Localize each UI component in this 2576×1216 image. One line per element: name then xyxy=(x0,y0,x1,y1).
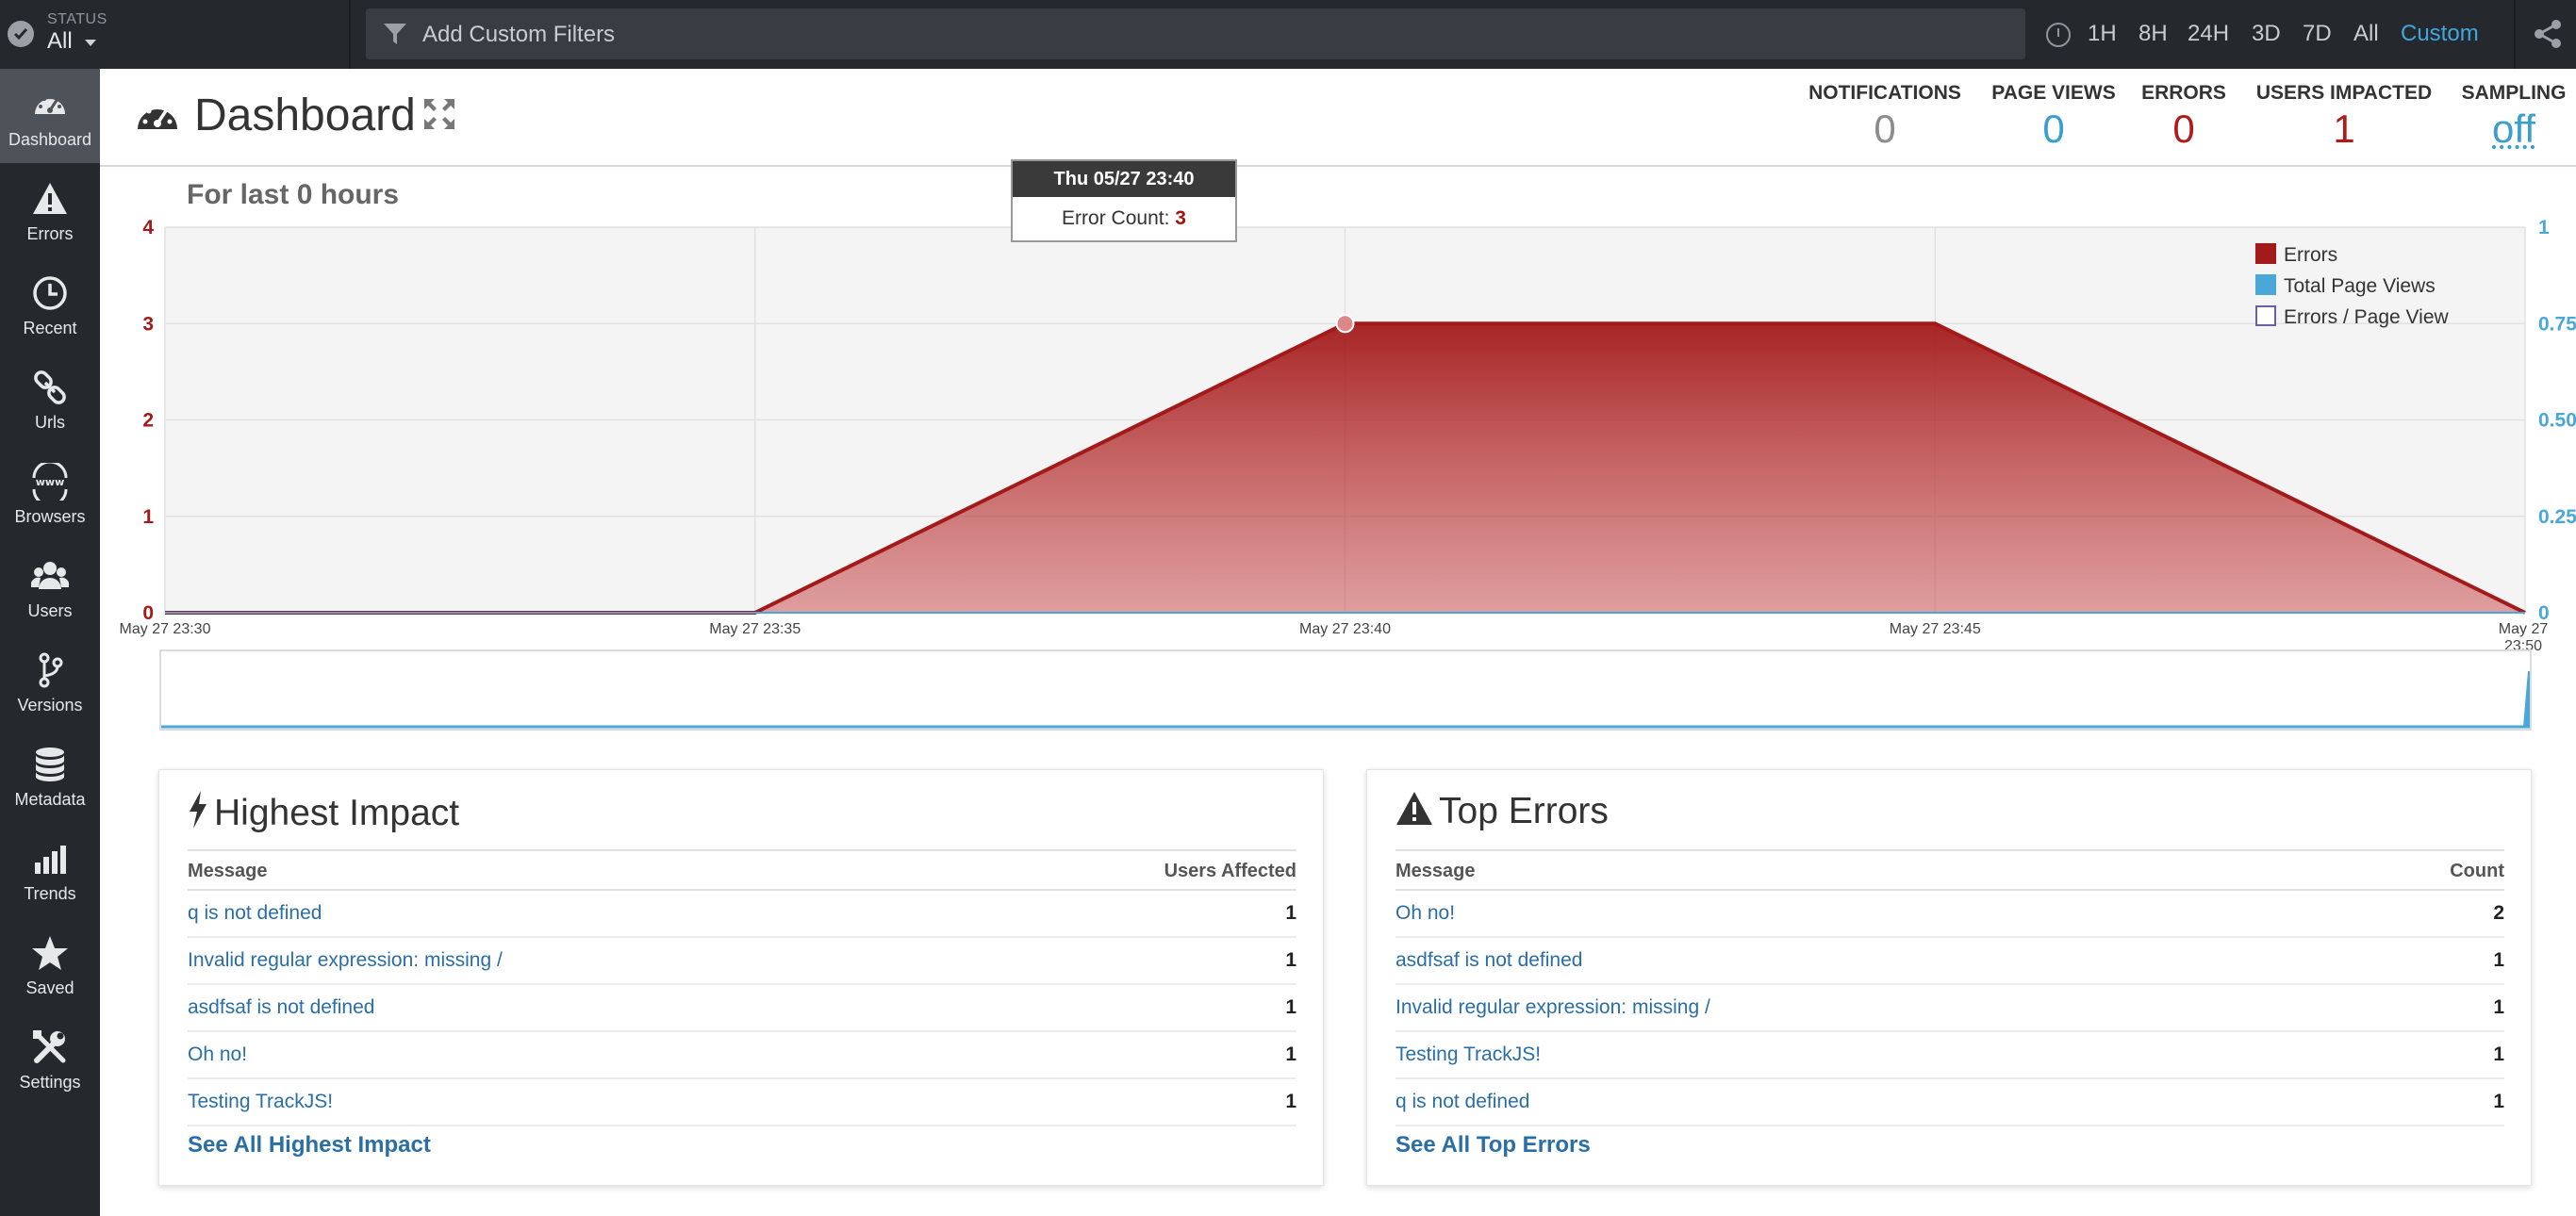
error-message-link[interactable]: q is not defined xyxy=(1395,1091,1529,1113)
card-title: Top Errors xyxy=(1395,791,1609,832)
y-tick-right: 0.25 xyxy=(2538,506,2576,528)
table-header: Message Count xyxy=(1395,849,2504,891)
legend-swatch xyxy=(2255,243,2276,264)
hover-point[interactable] xyxy=(1335,314,1355,334)
column-header-users-affected: Users Affected xyxy=(1164,861,1296,881)
row-value: 1 xyxy=(1285,1043,1296,1065)
x-tick: May 27 xyxy=(2499,621,2549,637)
nav-trends[interactable]: Trends xyxy=(0,823,100,917)
legend-swatch xyxy=(2255,305,2276,326)
highest-impact-card: Highest Impact Message Users Affected q … xyxy=(158,769,1324,1186)
see-all-top-errors-link[interactable]: See All Top Errors xyxy=(1395,1132,1591,1158)
table-row[interactable]: Testing TrackJS! 1 xyxy=(1395,1032,2504,1079)
row-value: 1 xyxy=(2493,996,2504,1018)
nav-saved[interactable]: Saved xyxy=(0,917,100,1011)
y-tick-left: 4 xyxy=(142,217,154,238)
see-all-highest-impact-link[interactable]: See All Highest Impact xyxy=(188,1132,431,1158)
nav-label: Metadata xyxy=(14,790,86,809)
errors-chart[interactable]: 0123400.250.500.751May 27 23:30 May 27 23… xyxy=(0,0,2576,745)
legend-entry: Errors xyxy=(2284,244,2337,266)
table-header: Message Users Affected xyxy=(188,849,1296,891)
x-tick: May 27 23:30 xyxy=(120,621,211,637)
chart-tooltip: Thu 05/27 23:40 Error Count: 3 xyxy=(1011,159,1237,242)
error-message-link[interactable]: Oh no! xyxy=(1395,902,1455,925)
table-row[interactable]: asdfsaf is not defined 1 xyxy=(188,985,1296,1032)
tooltip-body: Error Count: 3 xyxy=(1013,197,1235,240)
chart-navigator[interactable] xyxy=(159,649,2532,731)
table-row[interactable]: Invalid regular expression: missing / 1 xyxy=(1395,985,2504,1032)
table-row[interactable]: Testing TrackJS! 1 xyxy=(188,1079,1296,1126)
row-value: 1 xyxy=(1285,902,1296,924)
error-message-link[interactable]: asdfsaf is not defined xyxy=(188,996,374,1019)
legend-entry: Errors / Page View xyxy=(2284,306,2450,328)
database-icon xyxy=(36,748,64,781)
y-tick-right: 0.75 xyxy=(2538,313,2576,335)
error-message-link[interactable]: Invalid regular expression: missing / xyxy=(1395,996,1710,1019)
tooltip-header: Thu 05/27 23:40 xyxy=(1013,161,1235,197)
x-tick: May 27 23:40 xyxy=(1299,621,1391,637)
nav-label: Settings xyxy=(19,1073,81,1092)
error-message-link[interactable]: Testing TrackJS! xyxy=(1395,1043,1541,1066)
card-title: Highest Impact xyxy=(188,791,459,834)
error-message-link[interactable]: q is not defined xyxy=(188,902,322,925)
row-value: 1 xyxy=(1285,949,1296,971)
error-message-link[interactable]: asdfsaf is not defined xyxy=(1395,949,1582,972)
row-value: 1 xyxy=(2493,949,2504,971)
card-title-text: Top Errors xyxy=(1439,791,1609,831)
star-icon xyxy=(32,936,68,970)
lightning-bolt-icon xyxy=(190,791,206,829)
warning-triangle-icon xyxy=(1396,792,1432,825)
x-tick: May 27 23:35 xyxy=(709,621,801,637)
tooltip-label: Error Count: xyxy=(1062,207,1176,229)
row-value: 1 xyxy=(2493,1091,2504,1112)
error-message-link[interactable]: Testing TrackJS! xyxy=(188,1091,333,1113)
nav-settings[interactable]: Settings xyxy=(0,1011,100,1106)
nav-label: Saved xyxy=(25,978,74,997)
table-row[interactable]: Oh no! 2 xyxy=(1395,891,2504,938)
row-value: 1 xyxy=(2493,1043,2504,1065)
table-row[interactable]: q is not defined 1 xyxy=(188,891,1296,938)
y-tick-right: 0.50 xyxy=(2538,410,2576,432)
table-row[interactable]: asdfsaf is not defined 1 xyxy=(1395,938,2504,985)
top-errors-card: Top Errors Message Count Oh no! 2 asdfsaf… xyxy=(1366,769,2532,1186)
row-value: 1 xyxy=(1285,1091,1296,1112)
bar-chart-icon xyxy=(35,846,66,874)
y-tick-left: 3 xyxy=(142,313,154,335)
table-row[interactable]: Invalid regular expression: missing / 1 xyxy=(188,938,1296,985)
nav-label: Trends xyxy=(24,884,76,903)
table-row[interactable]: q is not defined 1 xyxy=(1395,1079,2504,1126)
y-tick-left: 1 xyxy=(142,506,154,528)
table-row[interactable]: Oh no! 1 xyxy=(188,1032,1296,1079)
column-header-message: Message xyxy=(188,861,268,881)
card-title-text: Highest Impact xyxy=(214,793,460,833)
column-header-message: Message xyxy=(1395,861,1476,881)
wrench-icon xyxy=(33,1030,66,1063)
row-value: 1 xyxy=(1285,996,1296,1018)
column-header-count: Count xyxy=(2450,861,2504,881)
y-tick-right: 1 xyxy=(2538,217,2550,238)
x-tick: May 27 23:45 xyxy=(1890,621,1981,637)
y-tick-left: 2 xyxy=(142,410,154,432)
legend-entry: Total Page Views xyxy=(2284,275,2436,297)
row-value: 2 xyxy=(2493,902,2504,924)
error-message-link[interactable]: Oh no! xyxy=(188,1043,247,1066)
legend-swatch xyxy=(2255,274,2276,295)
tooltip-value: 3 xyxy=(1175,207,1186,229)
error-message-link[interactable]: Invalid regular expression: missing / xyxy=(188,949,503,972)
